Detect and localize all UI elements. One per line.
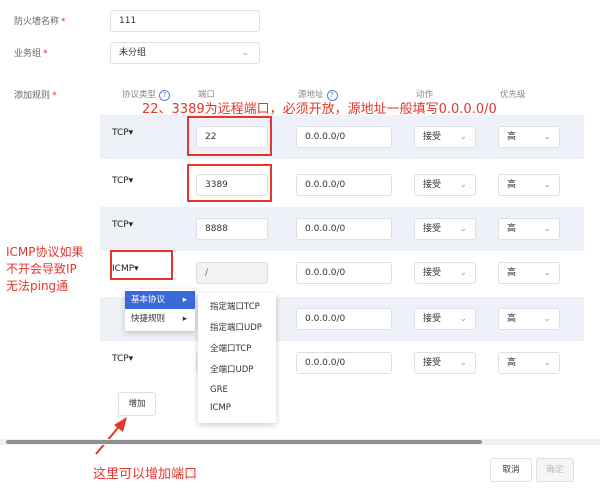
highlight-port-22: [187, 116, 272, 156]
protocol-submenu: 指定端口TCP 指定端口UDP 全端口TCP 全端口UDP GRE ICMP: [198, 293, 276, 423]
menu-item-quick-rules[interactable]: 快捷规则 ▸: [125, 309, 195, 329]
menu-item-basic-protocol[interactable]: 基本协议 ▸: [125, 291, 195, 309]
chevron-down-icon: ⌄: [459, 314, 467, 324]
source-input[interactable]: 0.0.0.0/0: [296, 174, 392, 196]
chevron-down-icon: ⌄: [459, 268, 467, 278]
priority-select[interactable]: 高 ⌄: [498, 262, 560, 284]
chevron-right-icon: ▸: [182, 314, 187, 324]
rule-row: TCP▾ 3389 0.0.0.0/0 接受 ⌄ 高 ⌄: [100, 163, 584, 207]
chevron-down-icon: ⌄: [459, 358, 467, 368]
source-input[interactable]: 0.0.0.0/0: [296, 308, 392, 330]
priority-select[interactable]: 高 ⌄: [498, 126, 560, 148]
action-select[interactable]: 接受 ⌄: [414, 174, 476, 196]
chevron-down-icon: ⌄: [459, 132, 467, 142]
chevron-down-icon: ⌄: [459, 224, 467, 234]
rules-label: 添加规则 *: [14, 91, 57, 101]
annotation-add-port: 这里可以增加端口: [93, 467, 198, 482]
rule-row: TCP▾ 8888 0.0.0.0/0 接受 ⌄ 高 ⌄: [100, 207, 584, 251]
source-input[interactable]: 0.0.0.0/0: [296, 352, 392, 374]
rule-row: TCP▾ 22 0.0.0.0/0 接受 ⌄ 高 ⌄: [100, 115, 584, 159]
submenu-item-udp-port[interactable]: 指定端口UDP: [198, 318, 276, 339]
source-input[interactable]: 0.0.0.0/0: [296, 262, 392, 284]
firewall-name-input[interactable]: 111: [110, 10, 260, 32]
action-select[interactable]: 接受 ⌄: [414, 308, 476, 330]
chevron-down-icon: ⌄: [543, 224, 551, 234]
protocol-select[interactable]: TCP▾: [112, 220, 133, 230]
chevron-down-icon: ⌄: [543, 132, 551, 142]
highlight-icmp: [110, 250, 173, 280]
protocol-select[interactable]: TCP▾: [112, 128, 133, 138]
chevron-down-icon: ⌄: [459, 180, 467, 190]
annotation-icmp: ICMP协议如果 不开会导致IP 无法ping通: [6, 245, 84, 293]
port-input[interactable]: /: [196, 262, 268, 284]
chevron-down-icon: ⌄: [241, 48, 249, 58]
chevron-right-icon: ▸: [182, 295, 187, 305]
cancel-button[interactable]: 取消: [490, 458, 532, 482]
chevron-down-icon: ⌄: [543, 358, 551, 368]
submenu-item-udp-all[interactable]: 全端口UDP: [198, 360, 276, 381]
protocol-select[interactable]: TCP▾: [112, 354, 133, 364]
chevron-down-icon: ⌄: [543, 268, 551, 278]
submenu-item-tcp-all[interactable]: 全端口TCP: [198, 339, 276, 360]
priority-select[interactable]: 高 ⌄: [498, 218, 560, 240]
rule-row: TCP▾ 0.0.0.0/0 接受 ⌄ 高 ⌄: [100, 341, 584, 385]
submenu-item-gre[interactable]: GRE: [198, 381, 276, 399]
source-input[interactable]: 0.0.0.0/0: [296, 126, 392, 148]
firewall-name-label: 防火墙名称 *: [14, 17, 66, 27]
priority-select[interactable]: 高 ⌄: [498, 352, 560, 374]
highlight-port-3389: [187, 164, 272, 202]
priority-select[interactable]: 高 ⌄: [498, 308, 560, 330]
submenu-item-tcp-port[interactable]: 指定端口TCP: [198, 297, 276, 318]
arrow-annotation-icon: [95, 417, 127, 455]
priority-select[interactable]: 高 ⌄: [498, 174, 560, 196]
group-select[interactable]: 未分组 ⌄: [110, 42, 260, 64]
action-select[interactable]: 接受 ⌄: [414, 126, 476, 148]
chevron-down-icon: ⌄: [543, 180, 551, 190]
confirm-button[interactable]: 确定: [536, 458, 574, 482]
add-button[interactable]: 增加: [118, 392, 156, 416]
chevron-down-icon: ⌄: [543, 314, 551, 324]
group-label: 业务组 *: [14, 49, 48, 59]
protocol-menu: 基本协议 ▸ 快捷规则 ▸: [125, 289, 195, 331]
action-select[interactable]: 接受 ⌄: [414, 262, 476, 284]
port-input[interactable]: 8888: [196, 218, 268, 240]
submenu-item-icmp[interactable]: ICMP: [198, 399, 276, 417]
source-input[interactable]: 0.0.0.0/0: [296, 218, 392, 240]
horizontal-scrollbar-thumb[interactable]: [6, 440, 482, 444]
action-select[interactable]: 接受 ⌄: [414, 352, 476, 374]
action-select[interactable]: 接受 ⌄: [414, 218, 476, 240]
protocol-select[interactable]: TCP▾: [112, 176, 133, 186]
header-priority: 优先级: [500, 90, 526, 100]
